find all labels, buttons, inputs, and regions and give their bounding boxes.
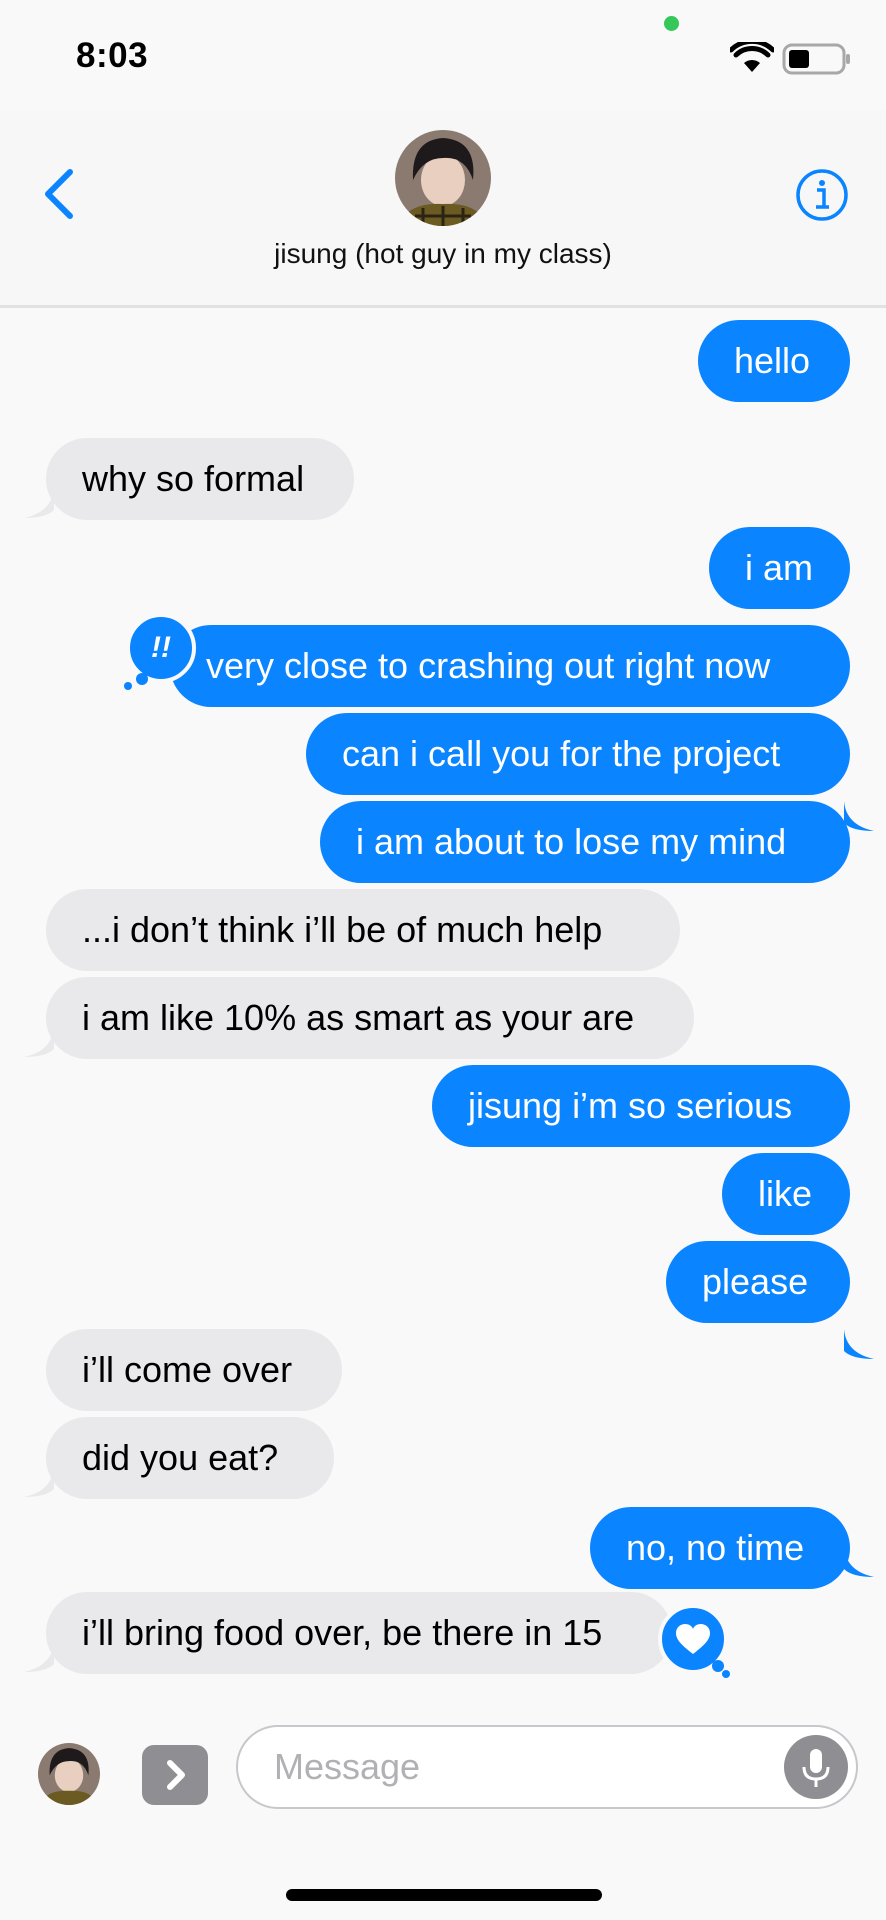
received-message[interactable]: ...i don’t think i’ll be of much help — [46, 889, 680, 971]
sent-bubble-tail — [844, 801, 874, 831]
contact-avatar[interactable] — [395, 130, 491, 226]
message-placeholder: Message — [274, 1746, 421, 1787]
received-message[interactable]: i am like 10% as smart as your are — [46, 977, 694, 1059]
dictation-button[interactable] — [784, 1735, 848, 1799]
emphasis-tapback[interactable]: !! — [126, 613, 196, 683]
sent-message[interactable]: like — [722, 1153, 850, 1235]
contact-name[interactable]: jisung (hot guy in my class) — [0, 238, 886, 270]
tapback-bubble-dot — [136, 673, 148, 685]
received-message[interactable]: why so formal — [46, 438, 354, 520]
sent-message[interactable]: please — [666, 1241, 850, 1323]
info-icon[interactable] — [795, 168, 849, 222]
sent-message[interactable]: i am about to lose my mind — [320, 801, 850, 883]
battery-icon — [782, 43, 850, 75]
apps-chevron-icon — [167, 1760, 185, 1790]
back-chevron-icon[interactable] — [40, 166, 80, 222]
tapback-bubble-dot — [722, 1670, 730, 1678]
message-list: hello why so formal i am very close to c… — [0, 308, 886, 1713]
home-indicator[interactable] — [286, 1889, 602, 1901]
camera-indicator-dot — [664, 16, 679, 31]
conversation-header: jisung (hot guy in my class) — [0, 110, 886, 308]
message-input[interactable]: Message — [236, 1725, 858, 1809]
memoji-avatar-button[interactable] — [38, 1743, 100, 1805]
received-message[interactable]: i’ll come over — [46, 1329, 342, 1411]
sent-message[interactable]: can i call you for the project — [306, 713, 850, 795]
sent-message[interactable]: no, no time — [590, 1507, 850, 1589]
sent-message[interactable]: hello — [698, 320, 850, 402]
microphone-icon — [802, 1749, 830, 1787]
tapback-emphasis-label: !! — [151, 631, 171, 664]
status-bar: 8:03 — [0, 0, 886, 110]
received-message[interactable]: did you eat? — [46, 1417, 334, 1499]
tapback-bubble-dot — [124, 682, 132, 690]
sent-message[interactable]: jisung i’m so serious — [432, 1065, 850, 1147]
sent-message[interactable]: very close to crashing out right now — [170, 625, 850, 707]
received-message[interactable]: i’ll bring food over, be there in 15 — [46, 1592, 672, 1674]
sent-message[interactable]: i am — [709, 527, 850, 609]
apps-button[interactable] — [142, 1745, 208, 1805]
sent-bubble-tail — [844, 1329, 874, 1359]
wifi-icon — [730, 42, 774, 72]
status-time: 8:03 — [76, 36, 149, 75]
